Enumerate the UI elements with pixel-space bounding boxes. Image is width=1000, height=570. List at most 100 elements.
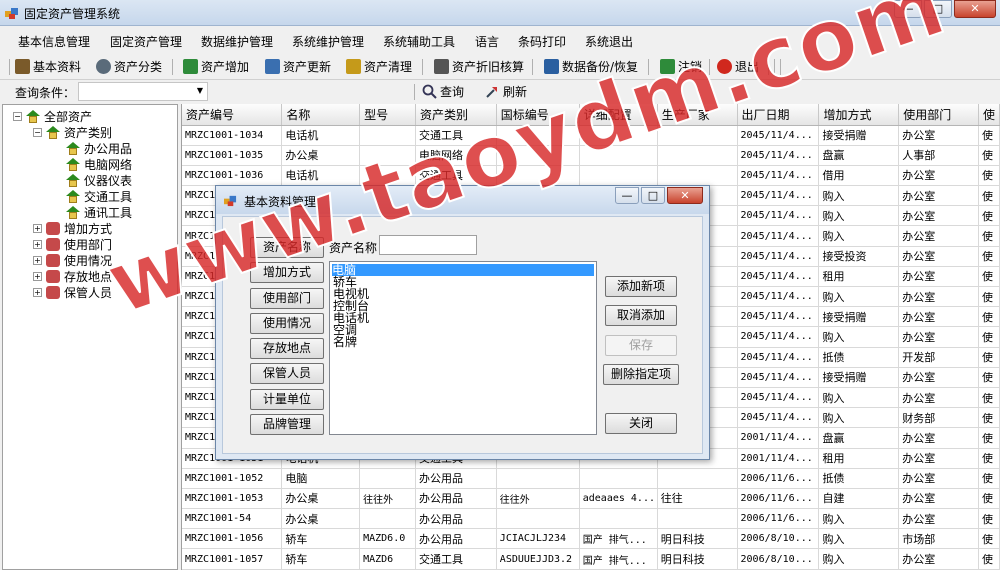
tree-node-instruments[interactable]: 仪器仪表 (66, 172, 132, 189)
toolbar-exit-button[interactable]: 退出 (717, 58, 759, 75)
delete-item-button[interactable]: 删除指定项 (603, 364, 679, 385)
add-method-button[interactable]: 增加方式 (250, 262, 324, 283)
column-header[interactable]: 名称 (281, 104, 361, 126)
collapse-icon[interactable]: − (33, 128, 42, 137)
unit-button[interactable]: 计量单位 (250, 389, 324, 410)
column-header[interactable]: 型号 (359, 104, 417, 126)
tree-node-add-method[interactable]: + 增加方式 (33, 220, 112, 237)
dialog-minimize-button[interactable]: — (615, 187, 639, 204)
table-cell: 办公室 (898, 508, 979, 530)
table-row[interactable]: MRZC1001-1036 电话机 交通工具 2045/11/4... 借用 办公室使 (182, 165, 1000, 187)
menu-system-exit[interactable]: 系统退出 (585, 33, 633, 50)
search-button[interactable]: 查询 (422, 83, 464, 100)
dialog-close-button[interactable]: ✕ (667, 187, 703, 204)
tree-node-usage[interactable]: + 使用情况 (33, 252, 112, 269)
table-row[interactable]: MRZC1001-1035 办公桌 电脑网络 2045/11/4... 盘赢 人事部使 (182, 145, 1000, 166)
table-cell: 购入 (818, 407, 900, 429)
menu-data-maintenance[interactable]: 数据维护管理 (201, 33, 273, 50)
toolbar-logout-button[interactable]: 注销 (660, 58, 702, 75)
column-header[interactable]: 详细配置 (579, 104, 658, 126)
tree-node-computer-network[interactable]: 电脑网络 (66, 156, 132, 173)
table-row[interactable]: MRZC1001-1034 电话机 交通工具 2045/11/4... 接受捐赠 办公室使 (182, 125, 1000, 146)
add-icon (183, 59, 198, 74)
table-cell: 办公用品 (415, 488, 497, 510)
minimize-button[interactable]: — (894, 0, 922, 18)
column-header[interactable]: 使 (978, 104, 1000, 126)
table-row[interactable]: MRZC1001-1056 轿车 MAZD6.0 办公用品 JCIACJLJ234 国产 … (182, 528, 1000, 550)
dialog-close-action-button[interactable]: 关闭 (605, 413, 677, 434)
expand-icon[interactable]: + (33, 240, 42, 249)
tree-node-location[interactable]: + 存放地点 (33, 268, 112, 285)
cancel-add-button[interactable]: 取消添加 (605, 305, 677, 326)
table-cell: 使 (978, 205, 1000, 227)
tree-node-office-supplies[interactable]: 办公用品 (66, 140, 132, 157)
close-button[interactable]: ✕ (954, 0, 996, 18)
menu-system-maintenance[interactable]: 系统维护管理 (292, 33, 364, 50)
logout-icon (660, 59, 675, 74)
brand-button[interactable]: 品牌管理 (250, 414, 324, 435)
tree-node-transport[interactable]: 交通工具 (66, 188, 132, 205)
table-row[interactable]: MRZC1001-54 办公桌 办公用品 2006/11/6... 购入 办公室使 (182, 508, 1000, 530)
table-row[interactable]: MRZC1001-1057 轿车 MAZD6 交通工具 ASDUUEJJD3.2 国产 排… (182, 548, 1000, 570)
table-cell: 使 (978, 387, 1000, 409)
toolbar-asset-category-button[interactable]: 资产分类 (96, 58, 162, 75)
menu-language[interactable]: 语言 (475, 33, 499, 50)
add-item-button[interactable]: 添加新项 (605, 276, 677, 297)
location-button[interactable]: 存放地点 (250, 338, 324, 359)
house-icon (46, 126, 60, 139)
expand-icon[interactable]: + (33, 288, 42, 297)
expand-icon[interactable]: + (33, 272, 42, 281)
column-header[interactable]: 资产类别 (415, 104, 497, 126)
toolbar-basic-data-button[interactable]: 基本资料 (15, 58, 81, 75)
item-listbox[interactable]: 电脑 轿车 电视机 控制台 电话机 空调 名牌 (329, 261, 597, 435)
tree-node-custodian[interactable]: + 保管人员 (33, 284, 112, 301)
column-header[interactable]: 资产编号 (182, 104, 283, 126)
folder-icon (46, 222, 60, 235)
column-header[interactable]: 增加方式 (818, 104, 900, 126)
table-cell: 2006/11/6... (737, 488, 820, 510)
menu-asset-management[interactable]: 固定资产管理 (110, 33, 182, 50)
column-header[interactable]: 使用部门 (898, 104, 979, 126)
table-cell: 2045/11/4... (737, 185, 820, 207)
menu-basic-info[interactable]: 基本信息管理 (18, 33, 90, 50)
usage-button[interactable]: 使用情况 (250, 313, 324, 334)
menu-barcode-print[interactable]: 条码打印 (518, 33, 566, 50)
department-button[interactable]: 使用部门 (250, 288, 324, 309)
toolbar-depreciation-button[interactable]: 资产折旧核算 (434, 58, 524, 75)
tree-node-communication[interactable]: 通讯工具 (66, 204, 132, 221)
table-cell: 租用 (818, 266, 900, 288)
table-cell: 办公桌 (281, 488, 361, 510)
custodian-button[interactable]: 保管人员 (250, 363, 324, 384)
toolbar-backup-restore-button[interactable]: 数据备份/恢复 (544, 58, 638, 75)
column-header[interactable]: 国标编号 (496, 104, 580, 126)
menu-system-tools[interactable]: 系统辅助工具 (383, 33, 455, 50)
column-header[interactable]: 出厂日期 (737, 104, 820, 126)
table-cell: 办公室 (898, 246, 979, 267)
list-item[interactable]: 电脑 (332, 264, 594, 276)
table-cell: 自建 (818, 488, 900, 510)
refresh-button[interactable]: 刷新 (485, 83, 527, 100)
column-header[interactable]: 生产厂家 (657, 104, 738, 126)
tree-node-all-assets[interactable]: − 全部资产 (13, 108, 92, 125)
toolbar-asset-add-button[interactable]: 资产增加 (183, 58, 249, 75)
asset-name-input[interactable] (379, 235, 477, 255)
refresh-icon (486, 87, 497, 98)
tree-node-department[interactable]: + 使用部门 (33, 236, 112, 253)
toolbar-asset-clean-button[interactable]: 资产清理 (346, 58, 412, 75)
list-item[interactable]: 名牌 (333, 336, 357, 348)
tree-node-category[interactable]: − 资产类别 (33, 124, 112, 141)
asset-name-button[interactable]: 资产名称 (250, 237, 324, 258)
expand-icon[interactable]: + (33, 256, 42, 265)
table-cell: 购入 (818, 528, 900, 550)
collapse-icon[interactable]: − (13, 112, 22, 121)
table-row[interactable]: MRZC1001-1052 电脑 办公用品 2006/11/6... 抵债 办公室使 (182, 468, 1000, 489)
save-button[interactable]: 保存 (605, 335, 677, 356)
expand-icon[interactable]: + (33, 224, 42, 233)
query-condition-select[interactable]: ▼ (78, 82, 208, 101)
table-row[interactable]: MRZC1001-1053 办公桌 往往外 办公用品 往往外 adeaaes 4... 往往… (182, 488, 1000, 510)
dialog-maximize-button[interactable]: □ (641, 187, 665, 204)
table-cell: 国产 排气... (579, 548, 658, 570)
maximize-button[interactable]: □ (924, 0, 952, 18)
table-cell: adeaaes 4... (579, 488, 658, 510)
toolbar-asset-update-button[interactable]: 资产更新 (265, 58, 331, 75)
